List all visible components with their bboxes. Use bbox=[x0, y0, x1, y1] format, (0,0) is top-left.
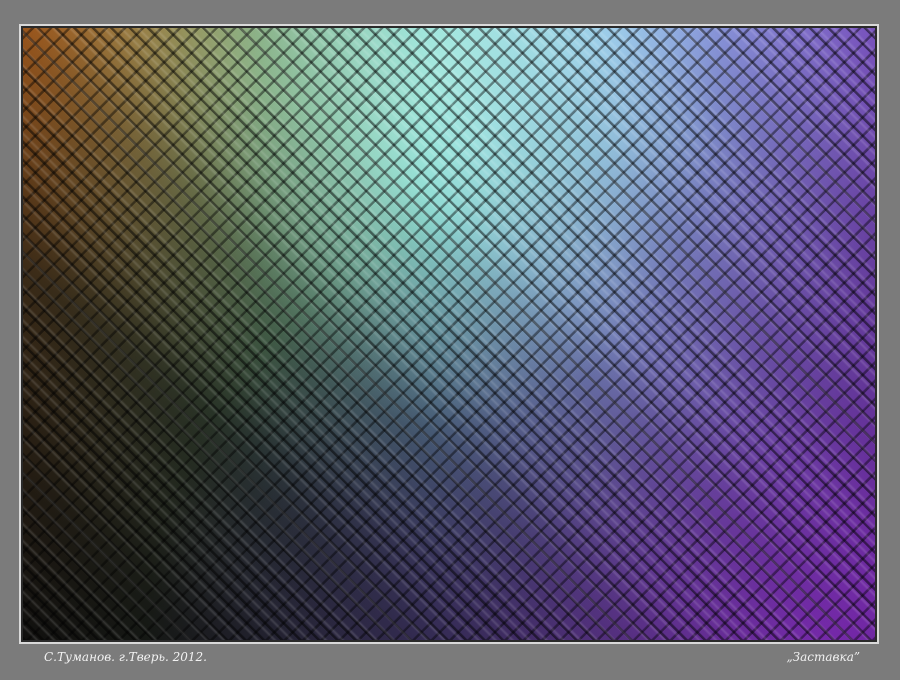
photo bbox=[23, 28, 875, 640]
title-caption: „Заставка” bbox=[786, 650, 860, 664]
author-caption: С.Туманов. г.Тверь. 2012. bbox=[44, 650, 207, 664]
glass-sheen bbox=[23, 28, 875, 640]
